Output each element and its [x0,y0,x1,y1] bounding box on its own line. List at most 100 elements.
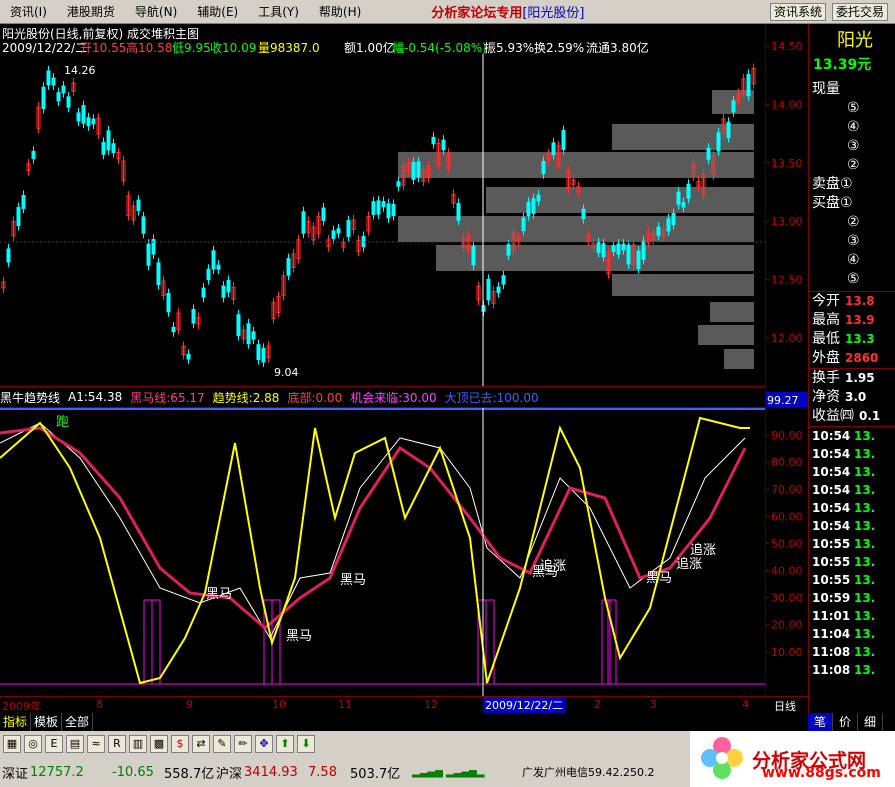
pencil-icon[interactable]: ✏ [234,735,252,753]
tick-value: 13. [854,519,876,533]
candle-body [286,258,291,276]
candle-body [686,183,691,199]
buy-level-4: ④ [847,252,860,268]
report-icon[interactable]: ▤ [66,735,84,753]
candle-body [376,200,381,215]
indicator-top: 大顶已去:100.00 [444,390,539,405]
candle-body [716,132,721,152]
candlestick-chart[interactable]: 阳光股份(日线,前复权) 成交堆积主图 2009/12/22/二 开10.55 … [0,24,765,386]
date-month-8: 8 [96,698,103,711]
header-float: 流通3.80亿 [586,40,649,55]
candle-body [706,147,711,160]
menu-bar: 资讯(I) 港股期货 导航(N) 辅助(E) 工具(Y) 帮助(H) 分析家论坛… [0,0,895,24]
sell-level-1: 卖盘① [812,176,853,192]
arrow-down-icon[interactable]: ⬇ [297,735,315,753]
candle-body [141,216,146,234]
indicator-name[interactable]: 黑牛趋势线 [0,389,60,406]
menu-item-news[interactable]: 资讯(I) [0,3,57,20]
candle-body [671,212,676,226]
logo-url[interactable]: www.88gs.com [762,765,881,781]
heima-line [0,426,747,630]
candle-body [186,353,191,360]
news-system-button[interactable]: 资讯系统 [770,3,827,21]
window-title-stock: [阳光股份] [522,6,585,21]
candle-body [256,344,261,361]
tab-price[interactable]: 价 [833,713,859,731]
header-turnover: 换2.59% [534,41,584,55]
signal-bar [151,599,161,684]
date-month-12: 12 [424,698,438,711]
tick-time: 11:01 [812,609,851,623]
menu-item-assist[interactable]: 辅助(E) [187,3,248,20]
candle-body [526,201,531,217]
date-month-4: 4 [742,698,749,711]
a1-line [0,422,746,640]
candle-body [51,77,56,86]
stat-label: 最低 [812,331,840,347]
grid-icon[interactable]: ▩ [150,735,168,753]
sell-level-5: ⑤ [847,100,860,116]
candle-body [536,194,541,202]
dollar-icon[interactable]: $ [171,735,189,753]
candle-body [171,326,176,333]
candle-body [601,243,606,258]
edit-icon[interactable]: ✎ [213,735,231,753]
menu-item-hk-futures[interactable]: 港股期货 [57,3,125,20]
chart-icon[interactable]: ▦ [3,735,21,753]
candle-body [411,161,416,180]
tab-detail[interactable]: 细 [858,713,884,731]
ind-tick-label: 80.00 [771,456,803,469]
candle-body [216,264,221,270]
header-change: 幅-0.54(-5.08%) [392,40,487,55]
rsi-icon[interactable]: R [108,735,126,753]
move-icon[interactable]: ✥ [255,735,273,753]
arrow-up-icon[interactable]: ⬆ [276,735,294,753]
candle-body [681,201,686,208]
menu-item-nav[interactable]: 导航(N) [125,3,187,20]
volume-profile-bar [398,216,754,242]
stat-value: 1.95 [845,371,875,385]
tick-value: 13. [854,591,876,605]
kline-icon[interactable]: ▥ [129,735,147,753]
candle-body [301,211,306,234]
tab-trades[interactable]: 笔 [808,713,834,731]
sell-level-4: ④ [847,119,860,135]
candle-body [561,129,566,151]
wave-icon[interactable]: ≈ [87,735,105,753]
stat-label: 换手 [812,370,840,386]
candle-body [621,243,626,251]
zoom-icon[interactable]: ◎ [24,735,42,753]
period-label[interactable]: 日线 [774,698,796,714]
stat-value: 2860 [845,351,879,365]
price-tick-label: 13.00 [771,215,803,228]
order-trade-button[interactable]: 委托交易 [832,3,889,21]
candle-body [236,314,241,337]
candle-body [221,285,226,298]
etf-icon[interactable]: E [45,735,63,753]
candle-body [456,202,461,221]
hs-value: 3414.93 [244,764,298,780]
tick-value: 13. [854,501,876,515]
indicator-chart[interactable]: 跑 黑马 黑马 黑马 黑马 追涨 黑马 追涨 追涨 [0,408,765,696]
swap-icon[interactable]: ⇄ [192,735,210,753]
tab-template[interactable]: 模板 [31,713,63,731]
tab-indicator[interactable]: 指标 [0,713,32,731]
tick-value: 13. [854,663,876,677]
menu-item-help[interactable]: 帮助(H) [309,3,371,20]
volume-profile-bar [724,349,754,369]
quote-panel: 阳光 13.39元 现量 ⑤ ④ ③ ② 卖盘① 买盘① ② ③ ④ ⑤ 今开 1… [808,24,895,731]
candle-body [41,86,46,109]
ind-tick-label: 20.00 [771,619,803,632]
tab-all[interactable]: 全部 [62,713,94,731]
candle-body [371,201,376,215]
candle-body [226,280,231,293]
tick-time: 10:54 [812,501,851,515]
candle-body [551,142,556,156]
menu-item-tools[interactable]: 工具(Y) [248,3,309,20]
candle-body [626,244,631,265]
indicator-heima: 黑马线:65.17 [130,390,205,405]
sell-level-2: ② [847,157,860,173]
header-open: 开10.55 [80,41,126,55]
candle-body [746,74,751,97]
candle-body [431,136,436,145]
